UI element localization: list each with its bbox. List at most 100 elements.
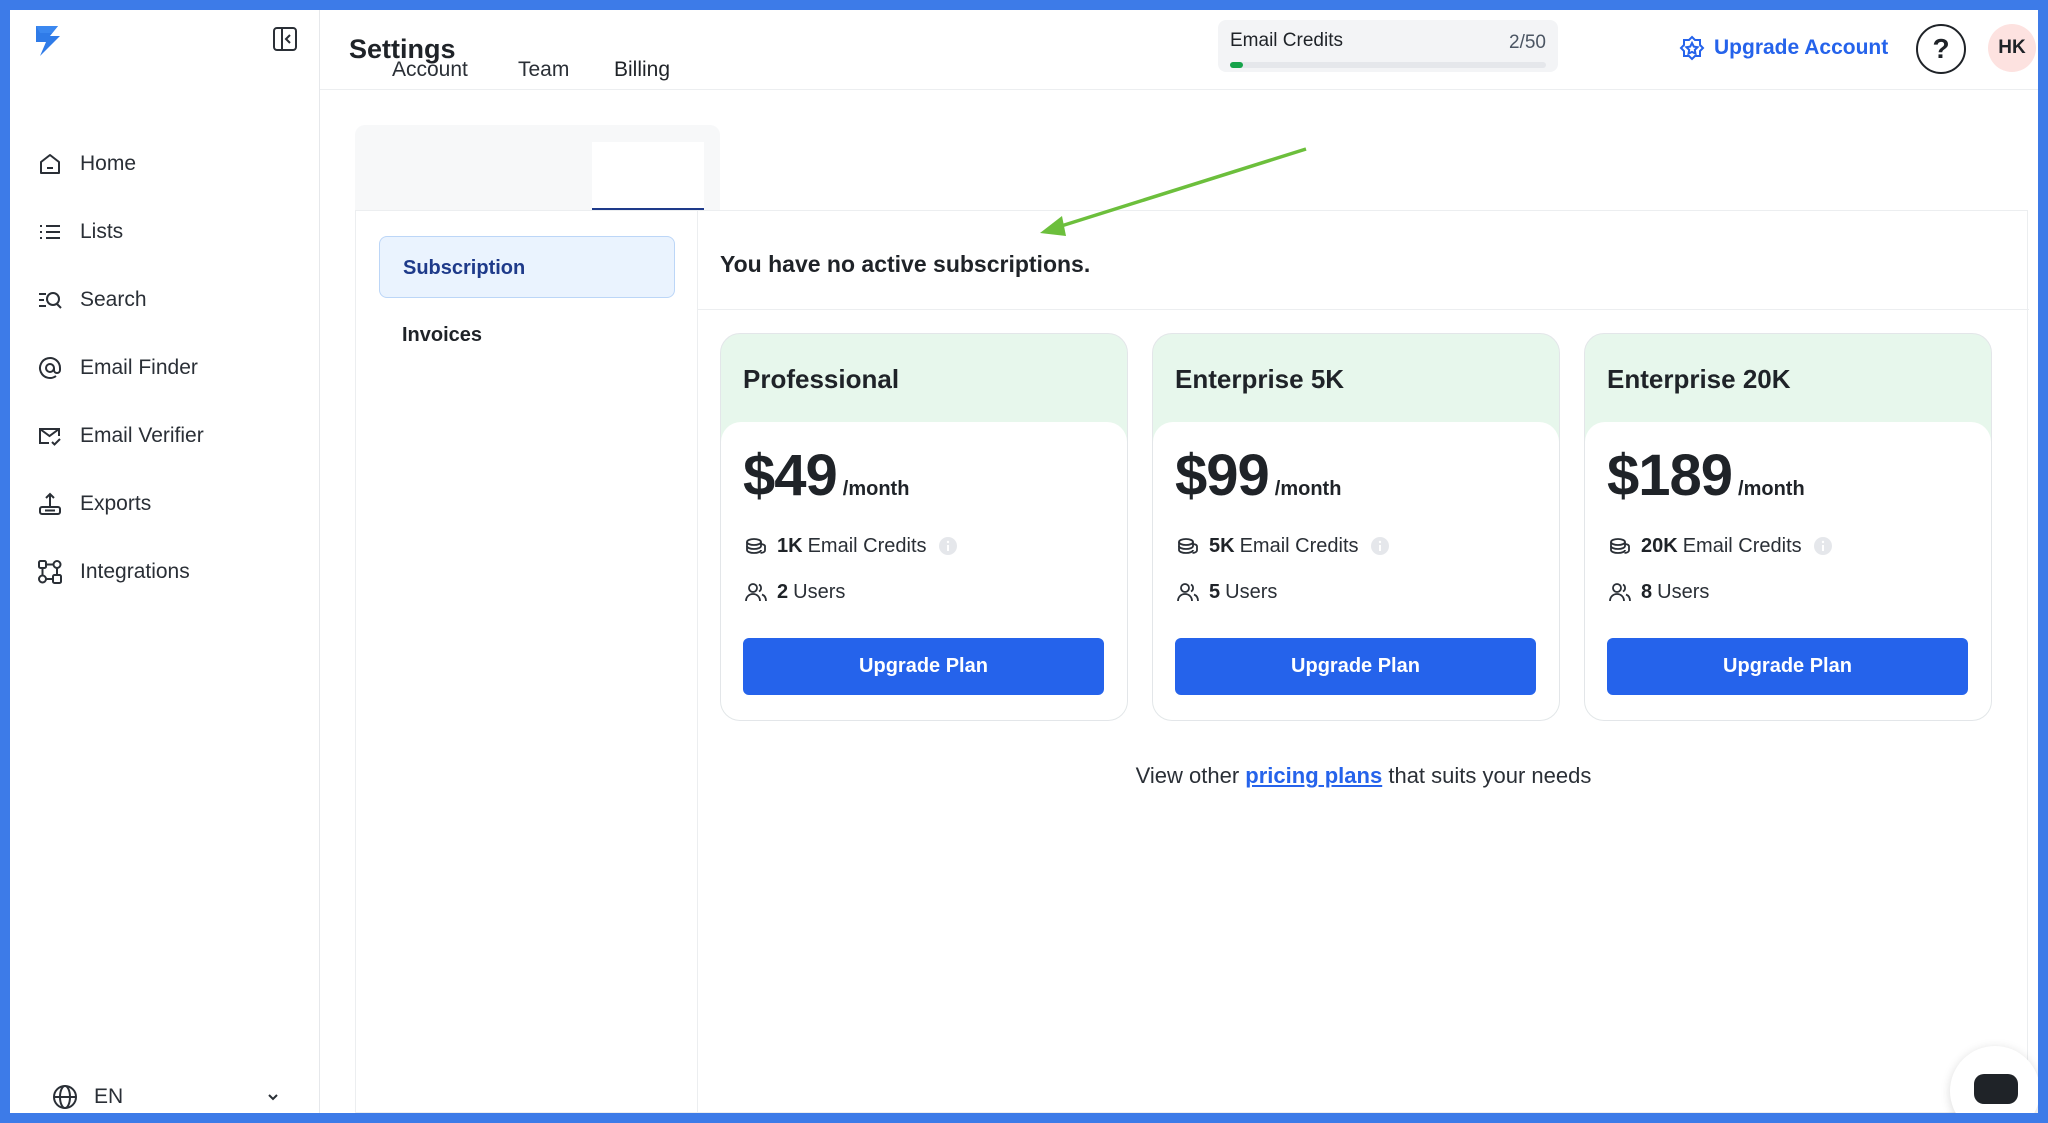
sidebar-item-integrations[interactable]: Integrations	[36, 538, 306, 606]
users-icon	[745, 583, 767, 602]
sidebar-item-search[interactable]: Search	[36, 266, 306, 334]
subnav-invoices[interactable]: Invoices	[379, 304, 675, 366]
sidebar-item-email-verifier[interactable]: Email Verifier	[36, 402, 306, 470]
pricing-suffix: that suits your needs	[1388, 763, 1592, 788]
divider	[698, 309, 2029, 310]
list-icon	[40, 225, 60, 239]
pricing-prefix: View other	[1135, 763, 1240, 788]
plan-users-label: Users	[1657, 580, 1710, 603]
pricing-plans-link[interactable]: pricing plans	[1245, 763, 1382, 788]
plan-card-enterprise-5k: Enterprise 5K $99 /month 5K Email Credit…	[1152, 333, 1560, 721]
plan-feature-credits: 20K Email Credits	[1607, 533, 1834, 559]
plan-price-amount: $99	[1175, 443, 1270, 508]
plan-users-amount: 8	[1641, 580, 1653, 603]
plan-body: $99 /month 5K Email Credits 5 Users Upgr…	[1153, 422, 1559, 720]
at-icon	[39, 357, 61, 379]
plan-credits-label: Email Credits	[807, 534, 927, 557]
top-header: Settings Email Credits 2/50 Upgrade Acco…	[320, 10, 2038, 90]
upgrade-badge-icon	[1679, 35, 1705, 61]
plan-credits-amount: 5K	[1209, 534, 1235, 557]
plan-name: Professional	[743, 364, 900, 394]
tab-account[interactable]: Account	[392, 58, 468, 82]
plan-card-professional: Professional $49 /month 1K Email Credits	[720, 333, 1128, 721]
sidebar-item-home[interactable]: Home	[36, 130, 306, 198]
plan-feature-users: 2 Users	[743, 579, 845, 605]
avatar[interactable]: HK	[1988, 24, 2036, 72]
plan-body: $189 /month 20K Email Credits 8 Users Up…	[1585, 422, 1991, 720]
email-credits-progress	[1230, 62, 1546, 68]
sidebar-nav: Home Lists Search Email Finder Email Ver…	[36, 130, 306, 606]
plan-body: $49 /month 1K Email Credits 2 Users Upgr…	[721, 422, 1127, 720]
sidebar-item-label: Search	[80, 288, 147, 311]
coins-icon	[1610, 538, 1630, 554]
users-icon	[1609, 583, 1631, 602]
info-icon[interactable]	[1369, 535, 1391, 557]
globe-icon	[53, 1085, 77, 1109]
upgrade-account-button[interactable]: Upgrade Account	[1678, 34, 1888, 62]
upgrade-plan-button[interactable]: Upgrade Plan	[1175, 638, 1536, 695]
search-icon	[39, 292, 62, 309]
billing-subnav: Subscription Invoices	[356, 211, 698, 1113]
upgrade-account-label: Upgrade Account	[1714, 36, 1889, 59]
sidebar-item-label: Exports	[80, 492, 152, 515]
plan-name: Enterprise 5K	[1175, 364, 1345, 394]
language-label: EN	[94, 1085, 124, 1108]
plan-price: $49 /month	[743, 442, 909, 509]
plan-price-amount: $189	[1607, 443, 1733, 508]
chat-bubble-icon	[1974, 1074, 2018, 1104]
plan-credits-label: Email Credits	[1682, 534, 1802, 557]
plan-users-amount: 2	[777, 580, 789, 603]
tab-active-background	[592, 142, 704, 210]
email-credits-value: 2/50	[1509, 32, 1546, 53]
sidebar-item-label: Email Finder	[80, 356, 198, 379]
sidebar-item-label: Integrations	[80, 560, 190, 583]
plan-users-label: Users	[793, 580, 846, 603]
sidebar-item-email-finder[interactable]: Email Finder	[36, 334, 306, 402]
email-credits-label: Email Credits	[1230, 30, 1343, 51]
plan-feature-credits: 5K Email Credits	[1175, 533, 1391, 559]
plan-credits-label: Email Credits	[1239, 534, 1359, 557]
plan-price-period: /month	[1738, 478, 1805, 500]
mail-check-icon	[39, 428, 61, 446]
sidebar-item-exports[interactable]: Exports	[36, 470, 306, 538]
info-icon[interactable]	[937, 535, 959, 557]
plan-name: Enterprise 20K	[1607, 364, 1791, 394]
sidebar-item-label: Home	[80, 152, 137, 175]
sidebar-item-label: Email Verifier	[80, 424, 204, 447]
users-icon	[1177, 583, 1199, 602]
integrations-icon	[38, 560, 62, 584]
subscription-content: You have no active subscriptions. Profes…	[698, 211, 2029, 1113]
coins-icon	[1178, 538, 1198, 554]
logo-icon[interactable]	[28, 20, 68, 60]
email-credits-widget: Email Credits 2/50	[1218, 20, 1558, 72]
plan-feature-users: 5 Users	[1175, 579, 1277, 605]
help-button[interactable]: ?	[1916, 24, 1966, 74]
plan-price: $189 /month	[1607, 442, 1805, 509]
upgrade-plan-button[interactable]: Upgrade Plan	[1607, 638, 1968, 695]
sidebar-item-lists[interactable]: Lists	[36, 198, 306, 266]
tab-billing[interactable]: Billing	[614, 58, 670, 82]
plan-feature-credits: 1K Email Credits	[743, 533, 959, 559]
export-icon	[39, 492, 61, 515]
home-icon	[40, 154, 60, 174]
subnav-subscription[interactable]: Subscription	[379, 236, 675, 298]
collapse-sidebar-icon[interactable]	[270, 24, 300, 54]
plan-users-amount: 5	[1209, 580, 1221, 603]
plan-feature-users: 8 Users	[1607, 579, 1709, 605]
subscription-status: You have no active subscriptions.	[720, 251, 1091, 277]
info-icon[interactable]	[1812, 535, 1834, 557]
tab-team[interactable]: Team	[518, 58, 569, 82]
plan-users-label: Users	[1225, 580, 1278, 603]
language-selector[interactable]: EN	[50, 1082, 282, 1112]
sidebar-item-label: Lists	[80, 220, 124, 243]
plan-price-period: /month	[1274, 478, 1342, 500]
plan-price-amount: $49	[743, 443, 838, 508]
billing-panel: Subscription Invoices You have no active…	[355, 210, 2029, 1113]
plan-price-period: /month	[842, 478, 910, 500]
chevron-down-icon	[268, 1094, 278, 1101]
coins-icon	[746, 538, 766, 554]
pricing-plans-note: View other pricing plans that suits your…	[698, 763, 2029, 789]
upgrade-plan-button[interactable]: Upgrade Plan	[743, 638, 1104, 695]
app-window: Home Lists Search Email Finder Email Ver…	[10, 10, 2038, 1113]
plan-price: $99 /month	[1175, 442, 1341, 509]
